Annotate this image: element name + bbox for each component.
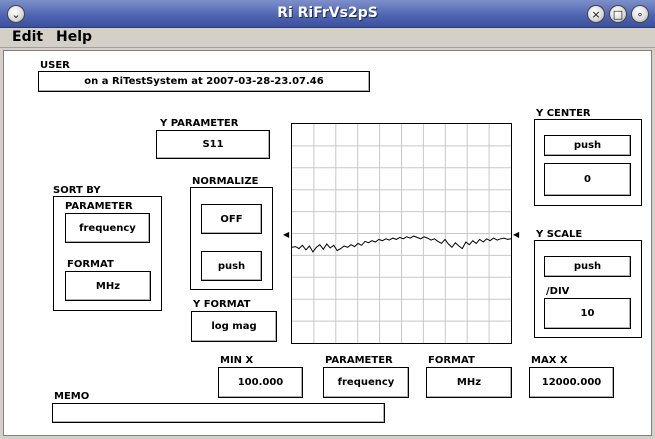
y-scale-push-button[interactable]: push — [544, 256, 631, 277]
normalize-label: NORMALIZE — [192, 176, 259, 187]
menu-edit[interactable]: Edit — [12, 29, 43, 45]
min-x-field[interactable]: 100.000 — [218, 367, 303, 398]
x-parameter-label: PARAMETER — [325, 355, 393, 366]
sort-format-label: FORMAT — [67, 259, 114, 270]
max-x-field[interactable]: 12000.000 — [529, 367, 614, 398]
y-scale-field[interactable]: 10 — [544, 298, 631, 329]
x-format-label: FORMAT — [428, 355, 475, 366]
memo-field[interactable] — [52, 403, 385, 423]
y-format-label: Y FORMAT — [193, 299, 251, 310]
y-center-label: Y CENTER — [536, 108, 591, 119]
y-center-push-button[interactable]: push — [544, 135, 631, 156]
sort-parameter-label: PARAMETER — [65, 201, 133, 212]
minimize-icon[interactable]: ∘ — [631, 5, 649, 23]
x-format-field[interactable]: MHz — [426, 367, 512, 398]
left-reference-marker: ◀ — [283, 230, 290, 239]
y-scale-div-label: /DIV — [546, 286, 570, 297]
app-window: ⌄ Ri RiFrVs2pS × □ ∘ Edit Help USER on a… — [0, 0, 655, 439]
sort-parameter-field[interactable]: frequency — [65, 213, 150, 243]
y-scale-label: Y SCALE — [536, 229, 583, 240]
y-center-field[interactable]: 0 — [544, 163, 631, 196]
trace-plot-svg — [291, 124, 512, 343]
max-x-label: MAX X — [531, 355, 568, 366]
trace-plot[interactable] — [291, 123, 512, 344]
normalize-push-button[interactable]: push — [201, 251, 262, 281]
normalize-off-button[interactable]: OFF — [201, 204, 262, 234]
x-parameter-field[interactable]: frequency — [323, 367, 409, 398]
right-reference-marker: ◀ — [513, 230, 520, 239]
y-format-field[interactable]: log mag — [191, 311, 277, 342]
sort-format-field[interactable]: MHz — [65, 271, 151, 301]
title-bar[interactable]: ⌄ Ri RiFrVs2pS × □ ∘ — [0, 0, 655, 28]
user-label: USER — [40, 60, 70, 71]
window-title: Ri RiFrVs2pS — [277, 5, 378, 21]
memo-label: MEMO — [54, 391, 90, 402]
menu-help[interactable]: Help — [56, 29, 92, 45]
min-x-label: MIN X — [220, 355, 254, 366]
menu-bar: Edit Help — [0, 28, 655, 48]
y-parameter-field[interactable]: S11 — [156, 130, 270, 159]
user-field[interactable]: on a RiTestSystem at 2007-03-28-23.07.46 — [38, 71, 370, 92]
maximize-icon[interactable]: □ — [609, 5, 627, 23]
close-icon[interactable]: × — [587, 5, 605, 23]
sort-by-label: SORT BY — [53, 185, 101, 196]
y-parameter-label: Y PARAMETER — [160, 118, 239, 129]
